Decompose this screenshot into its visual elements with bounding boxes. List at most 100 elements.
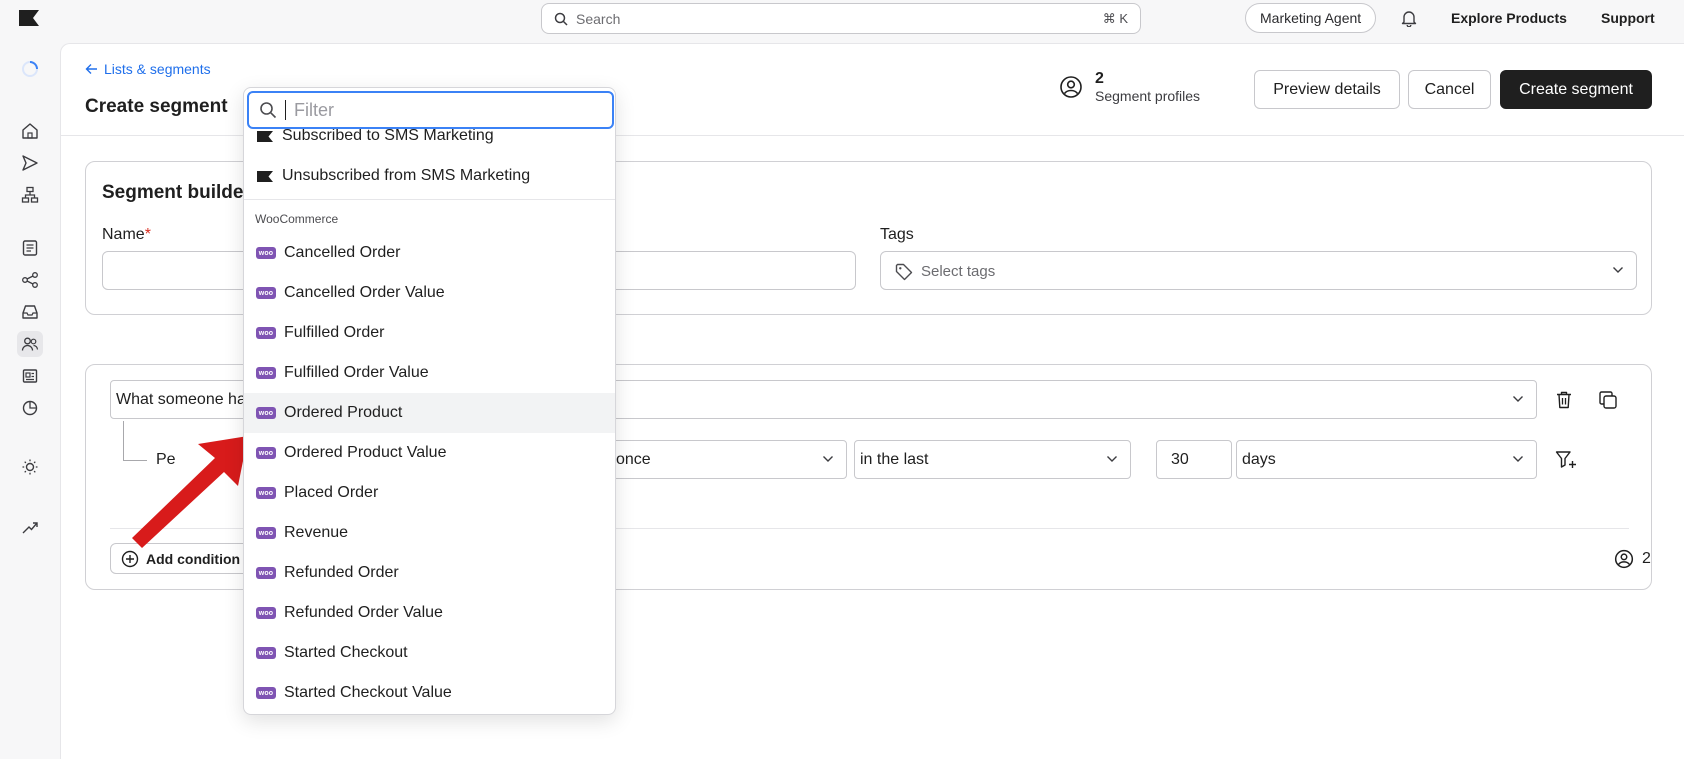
woocommerce-option[interactable]: woo Fulfilled Order Value: [244, 353, 615, 393]
home-icon[interactable]: [17, 118, 43, 144]
send-icon[interactable]: [17, 150, 43, 176]
group-divider: [244, 199, 615, 200]
frequency-value: once: [616, 450, 651, 468]
woocommerce-logo-icon: woo: [256, 247, 276, 259]
unit-value: days: [1242, 450, 1276, 468]
option-label: Fulfilled Order: [284, 324, 385, 341]
loading-spinner-icon: [17, 56, 43, 82]
bell-icon[interactable]: [1400, 9, 1418, 27]
support-link[interactable]: Support: [1601, 10, 1655, 26]
condition-profile-count: 2: [1614, 549, 1651, 569]
search-shortcut: ⌘ K: [1102, 10, 1128, 26]
option-label: Cancelled Order Value: [284, 284, 445, 301]
option-label: Started Checkout Value: [284, 684, 452, 701]
woocommerce-option[interactable]: woo Cancelled Order Value: [244, 273, 615, 313]
content-icon[interactable]: [17, 235, 43, 261]
option-label: Refunded Order: [284, 564, 399, 581]
chevron-down-icon: [1512, 395, 1524, 403]
flows-icon[interactable]: [17, 182, 43, 208]
frequency-select[interactable]: once: [610, 440, 847, 479]
profiles-count: 2: [1095, 70, 1104, 87]
woocommerce-logo-icon: woo: [256, 367, 276, 379]
chevron-down-icon: [1612, 266, 1624, 274]
woocommerce-option[interactable]: woo Refunded Order Value: [244, 593, 615, 633]
woocommerce-logo-icon: woo: [256, 687, 276, 699]
timeframe-select[interactable]: in the last: [854, 440, 1131, 479]
tag-icon: [895, 263, 913, 281]
search-icon: [259, 101, 277, 119]
inbox-icon[interactable]: [17, 299, 43, 325]
option-label: Fulfilled Order Value: [284, 364, 429, 381]
trash-icon[interactable]: [1555, 390, 1573, 410]
cancel-button[interactable]: Cancel: [1408, 70, 1491, 109]
tags-select[interactable]: Select tags: [880, 251, 1637, 290]
user-circle-icon: [1614, 549, 1634, 569]
back-to-lists-link[interactable]: Lists & segments: [85, 61, 211, 77]
option-label: Subscribed to SMS Marketing: [282, 127, 494, 144]
unit-select[interactable]: days: [1236, 440, 1537, 479]
woocommerce-option[interactable]: woo Ordered Product: [244, 393, 615, 433]
audience-icon[interactable]: [17, 331, 43, 357]
preview-details-button[interactable]: Preview details: [1254, 70, 1400, 109]
ideas-lightbulb-icon[interactable]: [17, 454, 43, 480]
chevron-down-icon: [1106, 455, 1118, 463]
option-label: Cancelled Order: [284, 244, 401, 261]
woocommerce-option[interactable]: woo Revenue: [244, 513, 615, 553]
woocommerce-option[interactable]: woo Refunded Order: [244, 553, 615, 593]
sidebar: [0, 38, 60, 759]
woocommerce-option[interactable]: woo Placed Order: [244, 473, 615, 513]
woocommerce-option[interactable]: woo Started Checkout Value: [244, 673, 615, 713]
back-link-label: Lists & segments: [104, 61, 211, 77]
analytics-pie-icon[interactable]: [17, 395, 43, 421]
option-unsubscribed-sms[interactable]: Unsubscribed from SMS Marketing: [244, 156, 615, 196]
marketing-agent-button[interactable]: Marketing Agent: [1245, 3, 1377, 33]
woocommerce-logo-icon: woo: [256, 327, 276, 339]
woocommerce-logo-icon: woo: [256, 607, 276, 619]
chevron-down-icon: [822, 455, 834, 463]
duplicate-icon[interactable]: [1598, 390, 1618, 410]
tags-placeholder: Select tags: [921, 263, 996, 280]
segment-profiles-summary: 2 Segment profiles: [1059, 70, 1200, 104]
tags-label: Tags: [880, 226, 914, 243]
woocommerce-option[interactable]: woo Cancelled Order: [244, 233, 615, 273]
required-asterisk: *: [144, 226, 151, 243]
integrations-icon[interactable]: [17, 267, 43, 293]
global-search-input[interactable]: Search ⌘ K: [541, 3, 1141, 34]
filter-input[interactable]: [294, 99, 594, 121]
woocommerce-logo-icon: woo: [256, 647, 276, 659]
catalog-icon[interactable]: [17, 363, 43, 389]
option-label: Unsubscribed from SMS Marketing: [282, 167, 531, 184]
arrow-left-icon: [85, 63, 98, 75]
name-label: Name*: [102, 226, 151, 244]
amount-input[interactable]: 30: [1156, 440, 1232, 479]
top-bar: Search ⌘ K Marketing Agent Explore Produ…: [0, 0, 1684, 38]
create-segment-button[interactable]: Create segment: [1500, 70, 1652, 109]
woocommerce-logo-icon: woo: [256, 487, 276, 499]
woocommerce-option[interactable]: woo Started Checkout: [244, 633, 615, 673]
amount-value: 30: [1171, 450, 1189, 468]
woocommerce-option[interactable]: woo Ordered Product Value: [244, 433, 615, 473]
text-caret: [285, 100, 286, 120]
add-filter-icon[interactable]: [1555, 450, 1577, 470]
timeframe-value: in the last: [860, 450, 929, 468]
search-placeholder: Search: [576, 10, 621, 27]
trend-up-icon[interactable]: [17, 514, 43, 540]
page-title: Create segment: [85, 96, 228, 117]
chevron-down-icon: [1512, 455, 1524, 463]
flag-icon: [256, 170, 274, 183]
brand-flag-logo[interactable]: [18, 9, 40, 27]
user-circle-icon: [1059, 75, 1083, 99]
woocommerce-logo-icon: woo: [256, 567, 276, 579]
option-label: Refunded Order Value: [284, 604, 443, 621]
name-label-text: Name: [102, 226, 145, 243]
condition-type-value: What someone ha: [116, 390, 246, 408]
option-label: Ordered Product Value: [284, 444, 447, 461]
woocommerce-option[interactable]: woo Fulfilled Order: [244, 313, 615, 353]
option-label: Placed Order: [284, 484, 379, 501]
search-icon: [554, 12, 568, 26]
filter-input-wrap[interactable]: [247, 91, 614, 129]
explore-products-link[interactable]: Explore Products: [1451, 10, 1567, 26]
option-label: Ordered Product: [284, 404, 403, 421]
segment-builder-title: Segment builde: [102, 182, 244, 203]
group-label-woocommerce: WooCommerce: [255, 212, 339, 226]
